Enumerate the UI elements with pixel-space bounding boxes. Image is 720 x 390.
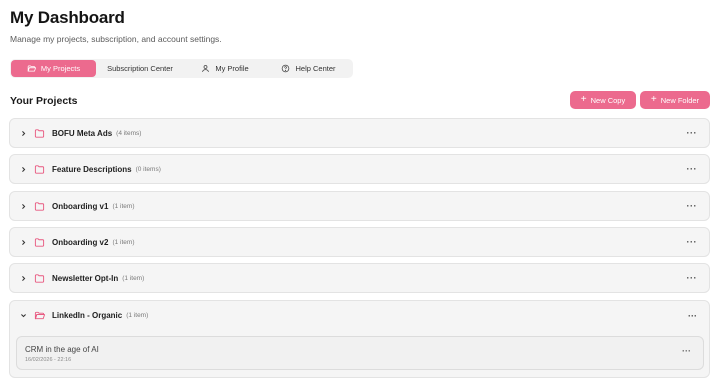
folder-icon (34, 273, 45, 284)
tab-label: My Projects (40, 64, 81, 73)
folder-row[interactable]: BOFU Meta Ads (4 items) ··· (9, 118, 710, 148)
folder-open-icon (27, 65, 36, 72)
more-options-icon[interactable]: ··· (688, 311, 697, 320)
help-circle-icon (282, 64, 290, 73)
more-options-icon[interactable]: ··· (687, 274, 698, 283)
folder-item-count: (1 item) (126, 312, 149, 319)
plus-icon: + (580, 94, 587, 105)
folder-icon (34, 128, 45, 139)
more-options-icon[interactable]: ··· (687, 202, 698, 211)
more-options-icon[interactable]: ··· (687, 165, 698, 174)
folder-item-count: (1 item) (112, 202, 135, 210)
plus-icon: + (650, 94, 657, 105)
folder-item-count: (1 item) (122, 274, 145, 282)
new-copy-button[interactable]: + New Copy (570, 91, 636, 109)
projects-section-title: Your Projects (10, 95, 78, 107)
tab-label: Subscription Center (107, 64, 173, 73)
folder-item-count: (4 items) (116, 129, 142, 137)
chevron-right-icon[interactable] (18, 130, 28, 137)
folder-row-expanded: LinkedIn - Organic (1 item) ··· CRM in t… (9, 300, 710, 378)
folder-name: BOFU Meta Ads (52, 128, 113, 138)
folder-name: LinkedIn - Organic (52, 311, 123, 320)
folder-name: Onboarding v1 (52, 201, 109, 211)
folder-open-icon (34, 310, 45, 321)
folder-icon (34, 164, 45, 175)
dashboard-tabs: My Projects Subscription Center My Profi… (10, 59, 353, 78)
tab-subscription-center[interactable]: Subscription Center (96, 60, 184, 77)
user-icon (202, 65, 210, 72)
folder-header[interactable]: LinkedIn - Organic (1 item) ··· (10, 301, 709, 330)
tab-help-center[interactable]: Help Center (266, 60, 351, 77)
copy-timestamp: 16/02/2026 - 22:16 (25, 357, 72, 363)
copy-card[interactable]: CRM in the age of AI 16/02/2026 - 22:16 … (16, 336, 704, 370)
tab-label: Help Center (295, 64, 336, 73)
tab-my-profile[interactable]: My Profile (184, 60, 266, 77)
folder-row[interactable]: Newsletter Opt-In (1 item) ··· (9, 263, 710, 293)
new-copy-label: New Copy (590, 95, 626, 105)
tab-my-projects[interactable]: My Projects (11, 60, 96, 77)
folder-icon (34, 237, 45, 248)
folder-icon (34, 201, 45, 212)
copy-title: CRM in the age of AI (25, 345, 99, 354)
new-folder-label: New Folder (660, 95, 700, 105)
new-folder-button[interactable]: + New Folder (640, 91, 710, 109)
folder-item-count: (1 item) (112, 238, 135, 246)
page-title: My Dashboard (10, 8, 125, 27)
more-options-icon[interactable]: ··· (687, 238, 698, 247)
chevron-right-icon[interactable] (18, 166, 28, 173)
folder-name: Newsletter Opt-In (52, 273, 119, 283)
tab-label: My Profile (215, 64, 249, 73)
folder-name: Onboarding v2 (52, 237, 109, 247)
chevron-down-icon[interactable] (18, 312, 28, 319)
chevron-right-icon[interactable] (18, 275, 28, 282)
page-subtitle: Manage my projects, subscription, and ac… (10, 34, 222, 44)
folder-row[interactable]: Onboarding v2 (1 item) ··· (9, 227, 710, 257)
chevron-right-icon[interactable] (18, 203, 28, 210)
folder-row[interactable]: Onboarding v1 (1 item) ··· (9, 191, 710, 221)
more-options-icon[interactable]: ··· (682, 347, 691, 356)
page-header: My Dashboard Manage my projects, subscri… (10, 8, 222, 44)
folder-row[interactable]: Feature Descriptions (0 items) ··· (9, 154, 710, 184)
more-options-icon[interactable]: ··· (687, 129, 698, 138)
folder-item-count: (0 items) (135, 165, 161, 173)
chevron-right-icon[interactable] (18, 239, 28, 246)
folder-name: Feature Descriptions (52, 164, 132, 174)
